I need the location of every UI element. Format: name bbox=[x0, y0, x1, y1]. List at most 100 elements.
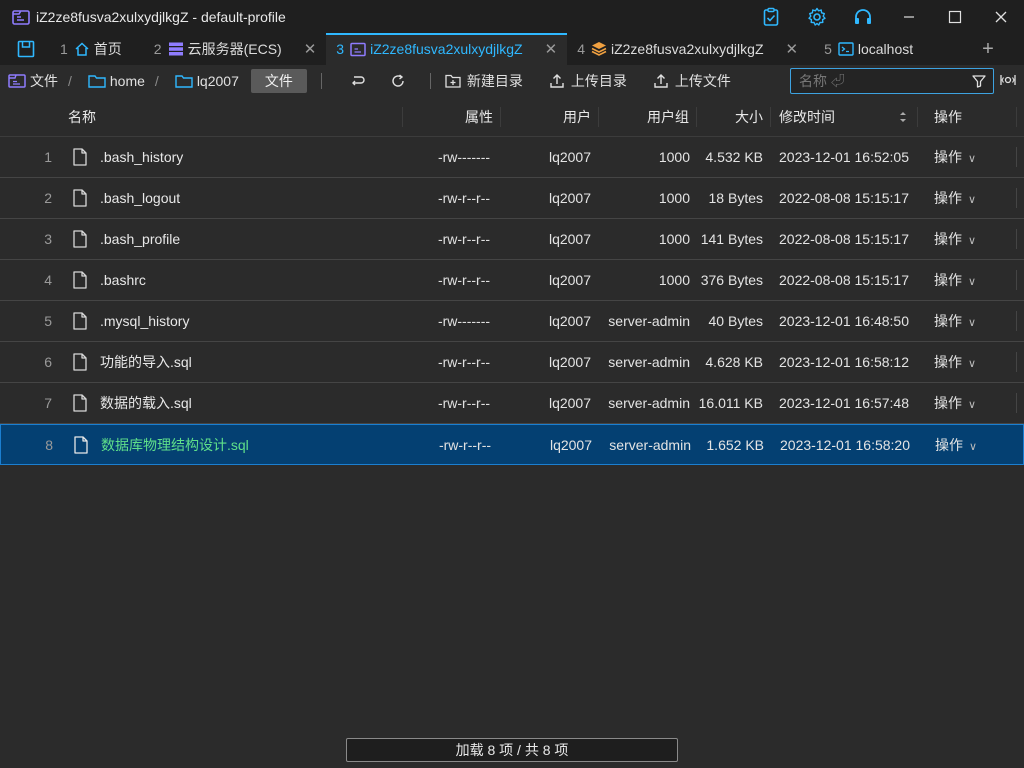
row-actions-button[interactable]: 操作 ∨ bbox=[934, 137, 976, 177]
row-index: 8 bbox=[45, 437, 53, 453]
file-group: 1000 bbox=[658, 231, 690, 247]
file-group: 1000 bbox=[658, 272, 690, 288]
table-row[interactable]: 4 .bashrc -rw-r--r-- lq2007 1000 376 Byt… bbox=[0, 260, 1024, 301]
table-row[interactable]: 6 功能的导入.sql -rw-r--r-- lq2007 server-adm… bbox=[0, 342, 1024, 383]
file-mtime: 2023-12-01 16:58:12 bbox=[779, 354, 909, 370]
tab-ecs[interactable]: 2 云服务器(ECS) ✕ bbox=[132, 33, 327, 65]
row-index: 3 bbox=[44, 231, 52, 247]
upload-directory-button[interactable]: 上传目录 bbox=[549, 71, 627, 91]
chevron-down-icon: ∨ bbox=[969, 441, 978, 453]
file-name: .bash_logout bbox=[100, 190, 181, 206]
row-actions-button[interactable]: 操作 ∨ bbox=[934, 219, 976, 259]
file-icon bbox=[73, 436, 89, 454]
headset-icon[interactable] bbox=[840, 0, 886, 33]
file-group: 1000 bbox=[658, 190, 690, 206]
load-more-button[interactable]: 加载 8 项 / 共 8 项 bbox=[346, 738, 678, 762]
row-actions-button[interactable]: 操作 ∨ bbox=[934, 260, 976, 300]
file-name: .mysql_history bbox=[100, 313, 190, 329]
row-actions-button[interactable]: 操作 ∨ bbox=[935, 425, 977, 465]
chevron-down-icon: ∨ bbox=[968, 358, 977, 370]
column-group[interactable]: 用户组 bbox=[647, 97, 689, 137]
folder-icon bbox=[350, 41, 366, 57]
breadcrumb-home[interactable]: home bbox=[88, 73, 145, 89]
terminal-icon bbox=[838, 41, 854, 57]
tab-bar: 1 首页 2 云服务器(ECS) ✕ 3 iZ2ze8fusva2xulxydj… bbox=[0, 33, 1024, 65]
settings-gear-icon[interactable] bbox=[794, 0, 840, 33]
column-name[interactable]: 名称 bbox=[68, 97, 96, 137]
file-user: lq2007 bbox=[549, 437, 592, 453]
folder-icon bbox=[8, 73, 26, 89]
file-name: .bash_history bbox=[100, 149, 184, 165]
file-size: 1.652 KB bbox=[706, 437, 764, 453]
back-icon[interactable] bbox=[340, 73, 376, 89]
row-index: 5 bbox=[44, 313, 52, 329]
row-index: 1 bbox=[44, 149, 52, 165]
table-row-selected[interactable]: 8 数据库物理结构设计.sql -rw-r--r-- lq2007 server… bbox=[0, 424, 1024, 465]
tab-localhost[interactable]: 5 localhost bbox=[808, 33, 923, 65]
file-group: 1000 bbox=[658, 149, 690, 165]
row-index: 6 bbox=[44, 354, 52, 370]
sidebar-toggle-icon[interactable] bbox=[0, 33, 52, 65]
tab-home[interactable]: 1 首页 bbox=[52, 33, 132, 65]
file-icon bbox=[72, 312, 88, 330]
close-tab-icon[interactable]: ✕ bbox=[304, 40, 317, 58]
minimize-icon[interactable] bbox=[886, 0, 932, 33]
column-mtime[interactable]: 修改时间 bbox=[779, 97, 835, 137]
column-attr[interactable]: 属性 bbox=[465, 97, 493, 137]
row-actions-button[interactable]: 操作 ∨ bbox=[934, 301, 976, 341]
file-group: server-admin bbox=[608, 354, 690, 370]
file-size: 16.011 KB bbox=[698, 395, 763, 411]
table-row[interactable]: 3 .bash_profile -rw-r--r-- lq2007 1000 1… bbox=[0, 219, 1024, 260]
search-box bbox=[790, 68, 994, 94]
toggle-columns-icon[interactable] bbox=[999, 72, 1017, 91]
close-tab-icon[interactable]: ✕ bbox=[786, 40, 799, 58]
file-group: server-admin bbox=[608, 395, 690, 411]
column-user[interactable]: 用户 bbox=[563, 97, 591, 137]
filter-icon[interactable] bbox=[971, 73, 987, 92]
file-size: 4.532 KB bbox=[705, 149, 763, 165]
sort-icon[interactable] bbox=[898, 110, 908, 124]
file-menu-button[interactable]: 文件 bbox=[250, 69, 307, 93]
file-toolbar: 文件 / home / lq2007 文件 新建目录 上传目录 上传文件 名称 … bbox=[0, 65, 1024, 97]
row-actions-button[interactable]: 操作 ∨ bbox=[934, 383, 976, 423]
row-actions-button[interactable]: 操作 ∨ bbox=[934, 178, 976, 218]
table-row[interactable]: 7 数据的载入.sql -rw-r--r-- lq2007 server-adm… bbox=[0, 383, 1024, 424]
breadcrumb-user[interactable]: lq2007 bbox=[175, 73, 239, 89]
refresh-icon[interactable] bbox=[380, 73, 416, 89]
clipboard-check-icon[interactable] bbox=[748, 0, 794, 33]
file-mtime: 2023-12-01 16:58:20 bbox=[780, 437, 910, 453]
table-row[interactable]: 2 .bash_logout -rw-r--r-- lq2007 1000 18… bbox=[0, 178, 1024, 219]
tab-ssh[interactable]: 4 iZ2ze8fusva2xulxydjlkgZ ✕ bbox=[567, 33, 808, 65]
stack-icon bbox=[591, 41, 607, 57]
upload-file-button[interactable]: 上传文件 bbox=[653, 71, 731, 91]
table-row[interactable]: 1 .bash_history -rw------- lq2007 1000 4… bbox=[0, 137, 1024, 178]
file-mtime: 2023-12-01 16:57:48 bbox=[779, 395, 909, 411]
file-name: 数据的载入.sql bbox=[100, 395, 192, 411]
new-folder-icon bbox=[445, 73, 461, 89]
chevron-down-icon: ∨ bbox=[968, 276, 977, 288]
home-icon bbox=[74, 41, 90, 57]
column-op: 操作 bbox=[934, 109, 962, 125]
column-size[interactable]: 大小 bbox=[735, 97, 763, 137]
file-mtime: 2022-08-08 15:15:17 bbox=[779, 272, 909, 288]
row-actions-button[interactable]: 操作 ∨ bbox=[934, 342, 976, 382]
add-tab-icon[interactable]: + bbox=[968, 33, 1008, 65]
search-input[interactable] bbox=[799, 72, 969, 90]
close-tab-icon[interactable]: ✕ bbox=[545, 40, 558, 58]
breadcrumb-root[interactable]: 文件 bbox=[8, 71, 58, 91]
tab-label: 云服务器(ECS) bbox=[187, 41, 282, 57]
window-title: iZ2ze8fusva2xulxydjlkgZ - default-profil… bbox=[36, 8, 286, 25]
tab-label: iZ2ze8fusva2xulxydjlkgZ bbox=[610, 41, 764, 57]
chevron-down-icon: ∨ bbox=[968, 317, 977, 329]
table-row[interactable]: 5 .mysql_history -rw------- lq2007 serve… bbox=[0, 301, 1024, 342]
tab-sftp-active[interactable]: 3 iZ2ze8fusva2xulxydjlkgZ ✕ bbox=[326, 33, 568, 65]
maximize-icon[interactable] bbox=[932, 0, 978, 33]
folder-icon bbox=[12, 8, 30, 26]
list-footer: 加载 8 项 / 共 8 项 bbox=[0, 732, 1024, 768]
table-header: 名称 属性 用户 用户组 大小 修改时间 操作 bbox=[0, 97, 1024, 137]
file-icon bbox=[72, 230, 88, 248]
close-window-icon[interactable] bbox=[978, 0, 1024, 33]
file-size: 18 Bytes bbox=[708, 190, 763, 206]
chevron-down-icon: ∨ bbox=[968, 235, 977, 247]
new-directory-button[interactable]: 新建目录 bbox=[445, 71, 523, 91]
